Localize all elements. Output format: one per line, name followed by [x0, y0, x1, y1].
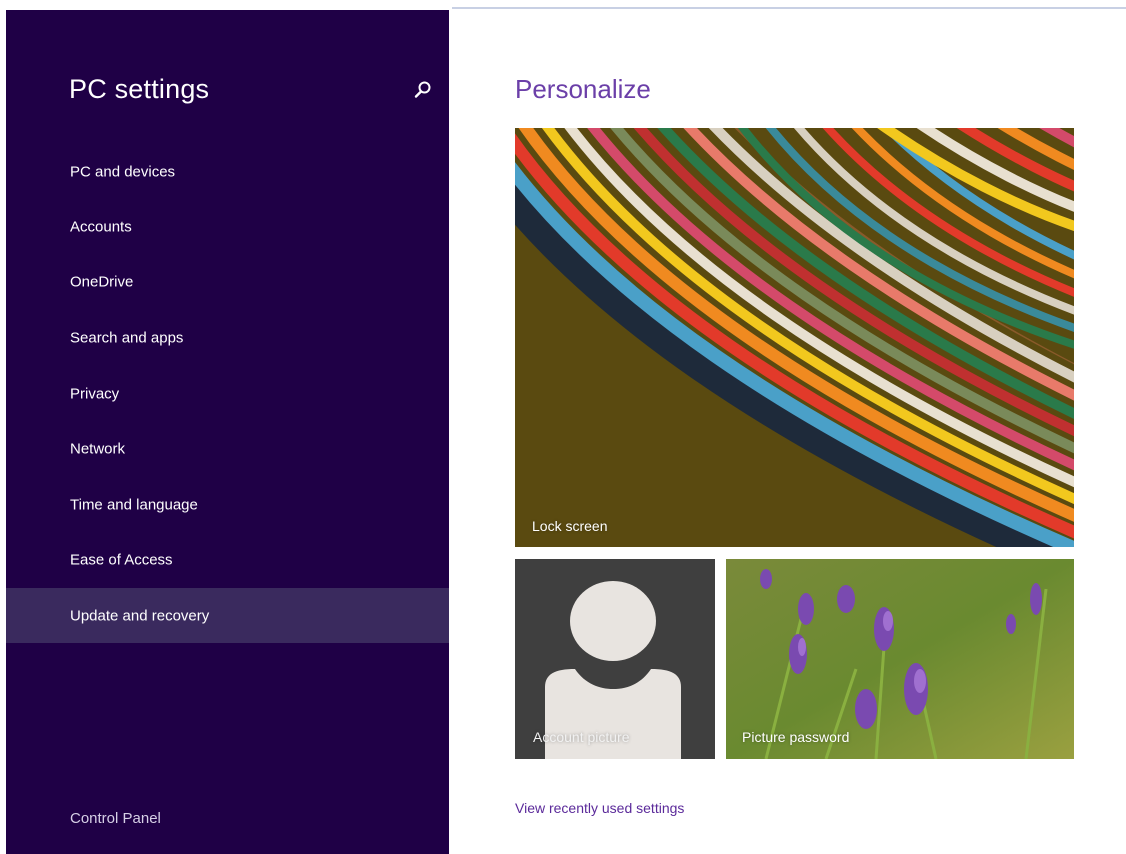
- top-border: [0, 0, 1126, 10]
- sidebar-item-search-and-apps[interactable]: Search and apps: [6, 310, 449, 365]
- sidebar-item-label: Search and apps: [70, 329, 184, 346]
- sidebar-title: PC settings: [69, 74, 210, 104]
- top-border-line: [452, 7, 1126, 9]
- sidebar-item-label: Ease of Access: [70, 551, 173, 568]
- sidebar: PC settings PC and devices Accounts OneD…: [6, 10, 449, 854]
- sidebar-item-label: OneDrive: [70, 273, 134, 290]
- page-title: Personalize: [515, 74, 651, 104]
- account-picture-tile[interactable]: Account picture: [515, 559, 715, 759]
- sidebar-item-label: Update and recovery: [70, 607, 210, 624]
- lock-screen-tile[interactable]: Lock screen: [515, 128, 1074, 547]
- sidebar-item-privacy[interactable]: Privacy: [6, 366, 449, 421]
- sidebar-item-label: Network: [70, 440, 126, 457]
- lock-screen-label: Lock screen: [532, 518, 608, 534]
- view-recent-settings-link[interactable]: View recently used settings: [515, 800, 684, 816]
- search-icon: [414, 81, 431, 98]
- sidebar-item-label: Privacy: [70, 385, 120, 402]
- pc-settings-window: PC settings PC and devices Accounts OneD…: [0, 0, 1126, 854]
- sidebar-item-onedrive[interactable]: OneDrive: [6, 254, 449, 309]
- sidebar-item-time-and-language[interactable]: Time and language: [6, 477, 449, 532]
- sidebar-item-network[interactable]: Network: [6, 421, 449, 476]
- search-button[interactable]: [412, 79, 434, 101]
- picture-password-tile[interactable]: Picture password: [726, 559, 1074, 759]
- sidebar-item-update-and-recovery[interactable]: Update and recovery: [6, 588, 449, 643]
- sidebar-item-label: Time and language: [70, 496, 198, 513]
- account-picture-label: Account picture: [533, 729, 630, 745]
- sidebar-item-label: PC and devices: [70, 163, 176, 180]
- lock-screen-image: [515, 128, 1074, 547]
- sidebar-item-ease-of-access[interactable]: Ease of Access: [6, 532, 449, 587]
- sidebar-item-accounts[interactable]: Accounts: [6, 199, 449, 254]
- sidebar-item-pc-and-devices[interactable]: PC and devices: [6, 144, 449, 199]
- sidebar-item-label: Accounts: [70, 218, 132, 235]
- picture-password-label: Picture password: [742, 729, 850, 745]
- control-panel-link[interactable]: Control Panel: [70, 810, 161, 827]
